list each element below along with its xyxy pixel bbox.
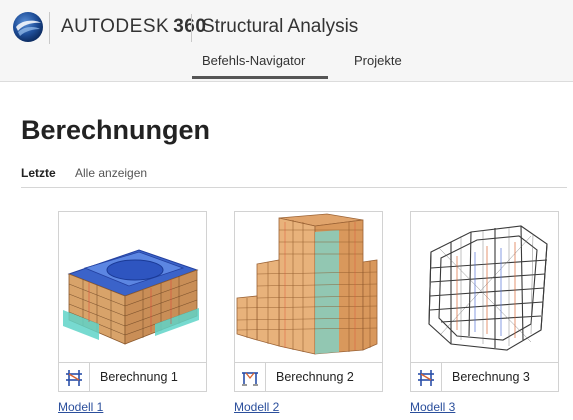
tab-projekte[interactable]: Projekte	[354, 53, 402, 68]
model-thumbnail-3[interactable]	[411, 212, 558, 362]
autodesk-logo-icon[interactable]	[11, 10, 45, 44]
portal-frame-icon	[242, 372, 258, 386]
page-title: Berechnungen	[21, 115, 211, 145]
calculation-card-3[interactable]: Berechnung 3	[410, 211, 559, 392]
card-type-icon-cell	[235, 363, 266, 392]
brand-divider	[191, 14, 192, 42]
model-thumbnail-2[interactable]	[235, 212, 382, 362]
frame-structure-icon	[66, 370, 82, 386]
card-type-icon-cell	[411, 363, 442, 392]
card-footer: Berechnung 2	[235, 362, 382, 392]
model-link-1[interactable]: Modell 1	[58, 400, 103, 414]
brand-text: AUTODESK	[61, 16, 170, 37]
logo-divider	[49, 12, 50, 44]
card-type-icon-cell	[59, 363, 90, 392]
calculation-card-2[interactable]: Berechnung 2	[234, 211, 383, 392]
model-thumbnail-1[interactable]	[59, 212, 206, 362]
card-label[interactable]: Berechnung 3	[452, 370, 530, 384]
calculation-card-1[interactable]: Berechnung 1	[58, 211, 207, 392]
model-link-3[interactable]: Modell 3	[410, 400, 455, 414]
section-divider	[21, 187, 567, 188]
product-name: Structural Analysis	[202, 16, 359, 37]
card-footer: Berechnung 3	[411, 362, 558, 392]
card-footer: Berechnung 1	[59, 362, 206, 392]
subtab-alle-anzeigen[interactable]: Alle anzeigen	[75, 166, 147, 180]
tab-befehls-navigator[interactable]: Befehls-Navigator	[202, 53, 305, 68]
active-tab-indicator	[192, 76, 328, 79]
subtab-letzte[interactable]: Letzte	[21, 166, 56, 180]
card-label[interactable]: Berechnung 1	[100, 370, 178, 384]
model-link-2[interactable]: Modell 2	[234, 400, 279, 414]
brand-name: AUTODESK 360	[61, 16, 206, 38]
frame-structure-icon	[418, 370, 434, 386]
app-header: AUTODESK 360 Structural Analysis Befehls-…	[0, 0, 573, 82]
card-label[interactable]: Berechnung 2	[276, 370, 354, 384]
